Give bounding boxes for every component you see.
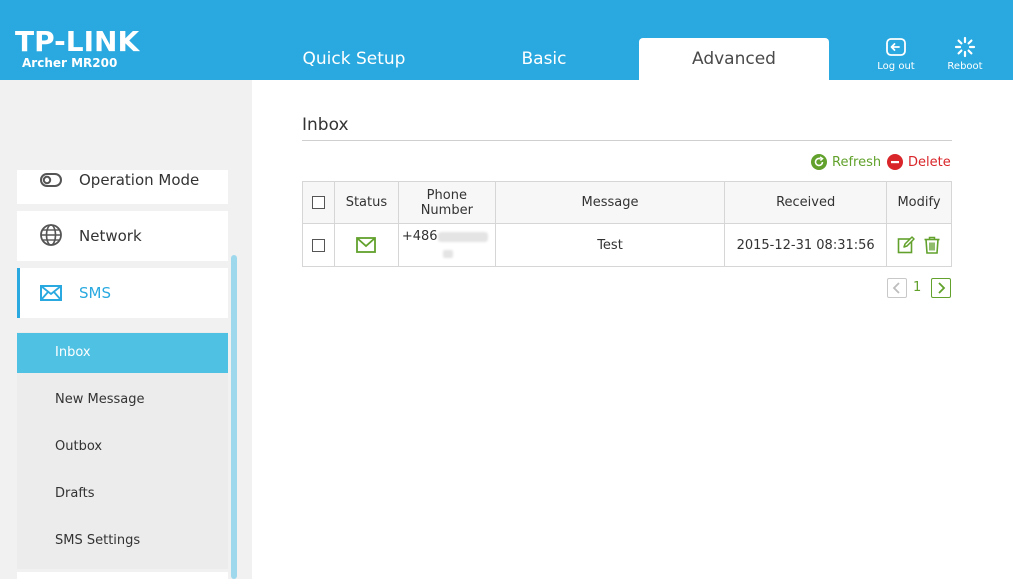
table-header-row: Status Phone Number Message Received Mod…	[302, 181, 952, 224]
operation-mode-icon	[40, 173, 62, 187]
edit-icon[interactable]	[897, 236, 915, 254]
received-cell: 2015-12-31 08:31:56	[724, 223, 887, 267]
tab-basic[interactable]: Basic	[449, 38, 639, 80]
sidebar-subitem-new-message[interactable]: New Message	[17, 380, 228, 420]
top-header: TP-LINK Archer MR200 Quick Setup Basic A…	[0, 0, 1013, 80]
sidebar-subitem-sms-settings[interactable]: SMS Settings	[17, 521, 228, 561]
column-header-phone-number: Phone Number	[397, 181, 496, 224]
sidebar-item-next	[17, 572, 228, 582]
message-cell: Test	[494, 223, 726, 267]
sidebar-subitem-outbox[interactable]: Outbox	[17, 427, 228, 467]
refresh-label: Refresh	[832, 154, 882, 170]
select-all-checkbox[interactable]	[311, 196, 325, 209]
chevron-right-icon	[938, 282, 946, 294]
phone-number-prefix: +486	[401, 229, 438, 244]
reboot-label: Reboot	[947, 61, 983, 72]
phone-number-value: +486	[399, 228, 495, 262]
row-checkbox[interactable]	[311, 238, 325, 252]
chevron-left-icon	[892, 282, 900, 294]
sidebar-item-label: Operation Mode	[79, 171, 200, 189]
delete-icon	[887, 154, 903, 170]
sidebar-subitem-drafts[interactable]: Drafts	[17, 474, 228, 514]
envelope-icon	[40, 285, 62, 301]
tab-quick-setup[interactable]: Quick Setup	[259, 38, 449, 80]
sidebar-item-label: SMS	[79, 284, 111, 302]
delete-button[interactable]: Delete	[887, 154, 951, 170]
page-title: Inbox	[302, 115, 349, 135]
phone-cell: +486	[397, 223, 496, 267]
delete-label: Delete	[908, 154, 951, 170]
sidebar-scrollbar[interactable]	[231, 255, 237, 579]
reboot-icon	[954, 36, 976, 58]
refresh-button[interactable]: Refresh	[811, 154, 881, 170]
sidebar-subitem-inbox[interactable]: Inbox	[17, 333, 228, 373]
row-select-cell	[302, 223, 335, 267]
tab-advanced[interactable]: Advanced	[639, 38, 829, 80]
column-header-message: Message	[494, 181, 726, 224]
select-all-cell	[302, 181, 335, 224]
refresh-icon	[811, 154, 827, 170]
redacted-digits	[437, 231, 488, 242]
title-divider	[302, 140, 952, 141]
trash-icon[interactable]	[923, 236, 941, 254]
logout-button[interactable]: Log out	[866, 36, 926, 72]
globe-icon	[40, 224, 62, 246]
logout-label: Log out	[877, 61, 915, 72]
modify-cell	[886, 223, 952, 267]
sidebar-item-label: Network	[79, 227, 142, 245]
table-row[interactable]: +486 Test 2015-12-31 08:31:56	[302, 223, 952, 267]
inbox-table: Status Phone Number Message Received Mod…	[302, 181, 952, 267]
envelope-icon	[356, 237, 377, 253]
reboot-button[interactable]: Reboot	[935, 36, 995, 72]
redacted-digits-tail	[442, 250, 453, 258]
sidebar-item-sms[interactable]: SMS	[17, 268, 228, 318]
pagination-current-page[interactable]: 1	[913, 280, 921, 295]
column-header-received: Received	[724, 181, 887, 224]
tp-link-logo: TP-LINK	[15, 25, 140, 58]
sidebar-item-operation-mode[interactable]: Operation Mode	[17, 170, 228, 204]
pagination-next-button[interactable]	[931, 278, 951, 298]
model-name: Archer MR200	[22, 56, 118, 70]
column-header-modify: Modify	[886, 181, 952, 224]
column-header-status: Status	[333, 181, 399, 224]
logout-icon	[886, 38, 906, 56]
pagination-prev-button[interactable]	[887, 278, 907, 298]
status-cell	[333, 223, 399, 267]
sidebar-item-network[interactable]: Network	[17, 211, 228, 261]
